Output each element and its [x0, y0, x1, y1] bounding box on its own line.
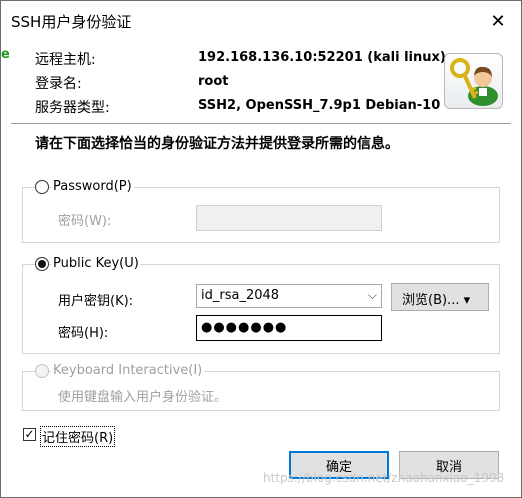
host-value: 192.168.136.10:52201 (kali linux) — [198, 50, 446, 65]
remember-password-label[interactable]: 记住密码(R) — [40, 426, 116, 447]
keyboard-interactive-description: 使用键盘输入用户身份验证。 — [58, 390, 228, 405]
host-label: 远程主机: — [35, 52, 96, 68]
server-type-value: SSH2, OpenSSH_7.9p1 Debian-10 — [198, 98, 441, 113]
keyboard-interactive-radio[interactable] — [35, 364, 49, 378]
password-radio-label[interactable]: Password(P) — [51, 179, 134, 194]
key-passphrase-label: 密码(H): — [58, 326, 109, 341]
public-key-radio[interactable] — [35, 257, 49, 271]
ssh-auth-dialog: SSH用户身份验证 ✕ e 远程主机: 192.168.136.10:52201… — [0, 0, 522, 498]
public-key-radio-label[interactable]: Public Key(U) — [51, 256, 141, 271]
key-user-icon — [444, 53, 503, 109]
user-key-label: 用户密钥(K): — [58, 294, 134, 309]
password-field[interactable] — [196, 205, 382, 231]
header-separator — [11, 123, 511, 125]
server-type-label: 服务器类型: — [35, 100, 110, 116]
title-bar: SSH用户身份验证 ✕ — [1, 1, 521, 41]
edge-fragment: e — [1, 47, 9, 62]
user-key-value: id_rsa_2048 — [201, 288, 280, 303]
instruction-heading: 请在下面选择恰当的身份验证方法并提供登录所需的信息。 — [35, 136, 399, 152]
browse-button[interactable]: 浏览(B)... ▾ — [391, 283, 489, 311]
login-label: 登录名: — [35, 76, 82, 92]
login-value: root — [198, 74, 229, 89]
keyboard-interactive-label[interactable]: Keyboard Interactive(I) — [51, 363, 205, 378]
user-key-select[interactable]: id_rsa_2048 ⌵ — [196, 284, 382, 308]
close-button[interactable]: ✕ — [475, 1, 521, 41]
watermark: https://blog.csdn.net/zhaohanxiao_1998 — [263, 471, 505, 485]
key-passphrase-field[interactable]: ●●●●●●● — [196, 315, 382, 341]
window-title: SSH用户身份验证 — [11, 13, 132, 31]
password-radio[interactable] — [35, 180, 49, 194]
remember-password-checkbox[interactable]: ✓ — [23, 428, 36, 441]
chevron-down-icon: ⌵ — [367, 288, 377, 302]
password-field-label: 密码(W): — [58, 214, 112, 229]
